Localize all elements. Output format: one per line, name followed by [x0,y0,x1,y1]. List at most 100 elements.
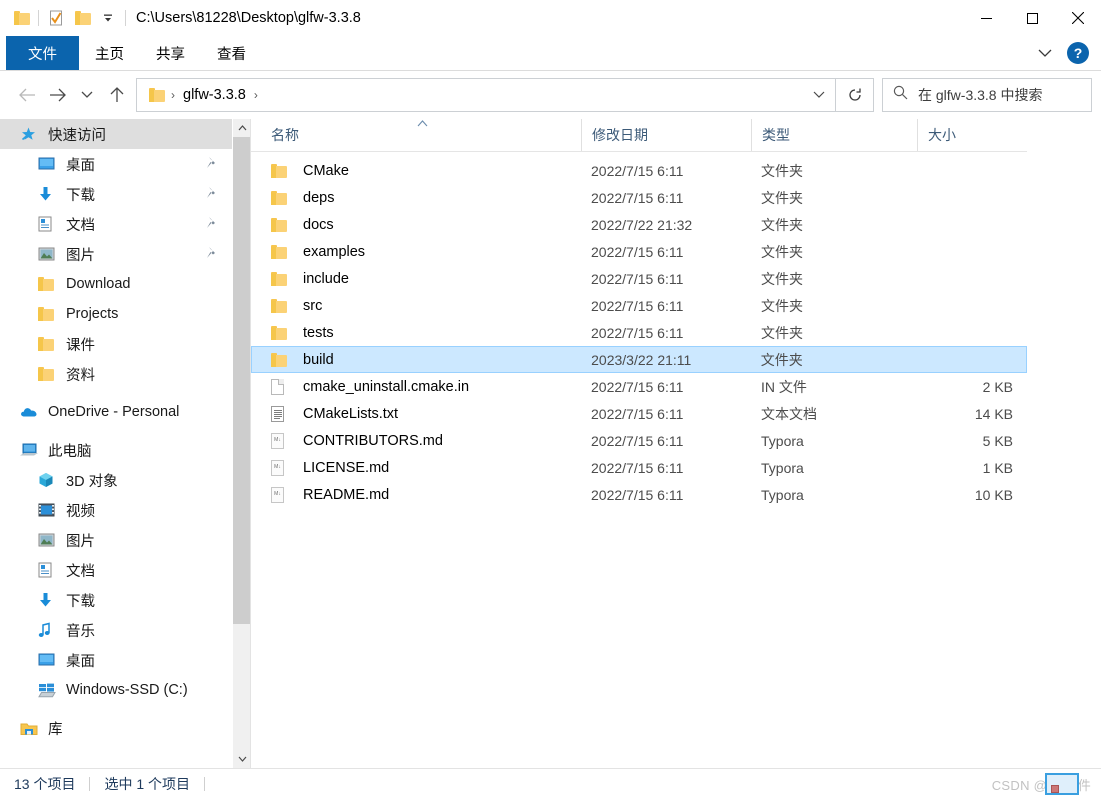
file-name-label: CMakeLists.txt [303,405,399,422]
refresh-button[interactable] [836,78,874,112]
sidebar-item-label: Download [66,276,131,292]
search-box[interactable]: 在 glfw-3.3.8 中搜索 [882,78,1092,112]
file-name-label: examples [303,243,366,260]
table-row[interactable]: M↓ CONTRIBUTORS.md 2022/7/15 6:11 Typora 5 K… [251,427,1027,454]
table-row[interactable]: CMake 2022/7/15 6:11 文件夹 [251,157,1027,184]
navigation-pane: 快速访问 桌面 下载 文档 图片 Download Projects 课件 资料… [0,119,232,768]
sidebar-item-3d-objects[interactable]: 3D 对象 [0,465,232,495]
onedrive-icon [20,406,42,418]
table-row[interactable]: tests 2022/7/15 6:11 文件夹 [251,319,1027,346]
markdown-file-icon: M↓ [271,459,291,476]
sidebar-item-pictures[interactable]: 图片 [0,239,232,269]
column-header-name[interactable]: 名称 [251,119,581,151]
tab-home[interactable]: 主页 [79,36,140,70]
library-icon [20,721,42,736]
sidebar-item-materials[interactable]: 资料 [0,359,232,389]
sidebar-item-downloads[interactable]: 下载 [0,179,232,209]
sidebar-item-videos[interactable]: 视频 [0,495,232,525]
pin-icon[interactable] [205,216,218,233]
main-body: 快速访问 桌面 下载 文档 图片 Download Projects 课件 资料… [0,119,1101,768]
column-header-label: 类型 [762,127,790,143]
navigation-scrollbar[interactable] [232,119,251,768]
breadcrumb-item-glfw[interactable]: glfw-3.3.8 [181,87,248,103]
close-button[interactable] [1055,0,1101,36]
cell-name: M↓ LICENSE.md [251,459,581,476]
sidebar-item-documents-pc[interactable]: 文档 [0,555,232,585]
up-button[interactable] [102,80,132,110]
column-header-size[interactable]: 大小 [917,119,1027,151]
file-name-label: docs [303,216,334,233]
forward-button[interactable] [42,80,72,110]
column-header-date-modified[interactable]: 修改日期 [581,119,751,151]
sidebar-item-this-pc[interactable]: 此电脑 [0,435,232,465]
tab-share[interactable]: 共享 [140,36,201,70]
table-row[interactable]: M↓ README.md 2022/7/15 6:11 Typora 10 KB [251,481,1027,508]
customize-caret-icon[interactable] [95,5,121,31]
cell-date-modified: 2022/7/15 6:11 [591,270,684,287]
cell-date-modified: 2022/7/15 6:11 [591,189,684,206]
properties-icon[interactable] [43,5,69,31]
table-row[interactable]: src 2022/7/15 6:11 文件夹 [251,292,1027,319]
chevron-down-icon[interactable] [1031,39,1059,67]
folder-icon [271,244,291,259]
desktop-icon [38,157,60,171]
sidebar-item-quick-access[interactable]: 快速访问 [0,119,232,149]
sidebar-item-courseware[interactable]: 课件 [0,329,232,359]
sidebar-item-label: Projects [66,306,119,322]
search-placeholder: 在 glfw-3.3.8 中搜索 [918,87,1043,103]
sidebar-item-download-folder[interactable]: Download [0,269,232,299]
cell-name: include [251,271,581,287]
new-folder-icon[interactable] [69,5,95,31]
table-row[interactable]: include 2022/7/15 6:11 文件夹 [251,265,1027,292]
sidebar-item-desktop[interactable]: 桌面 [0,149,232,179]
chevron-down-icon[interactable] [813,88,831,102]
cell-name: tests [251,325,581,341]
back-button[interactable] [12,80,42,110]
column-header-type[interactable]: 类型 [751,119,917,151]
help-button[interactable]: ? [1067,42,1089,64]
chevron-up-icon[interactable] [233,119,251,137]
tab-file[interactable]: 文件 [6,36,79,70]
sidebar-item-windows-ssd[interactable]: Windows-SSD (C:) [0,675,232,705]
tab-view[interactable]: 查看 [201,36,262,70]
pin-icon[interactable] [205,186,218,203]
table-row[interactable]: deps 2022/7/15 6:11 文件夹 [251,184,1027,211]
table-row[interactable]: build 2023/3/22 21:11 文件夹 [251,346,1027,373]
table-row[interactable]: docs 2022/7/22 21:32 文件夹 [251,211,1027,238]
sidebar-item-pictures-pc[interactable]: 图片 [0,525,232,555]
minimize-button[interactable] [963,0,1009,36]
file-name-label: src [303,297,323,314]
scrollbar-thumb[interactable] [233,137,251,624]
sidebar-item-documents[interactable]: 文档 [0,209,232,239]
sidebar-item-downloads-pc[interactable]: 下载 [0,585,232,615]
cell-size: 14 KB [974,405,1013,422]
folder-icon [271,325,291,340]
breadcrumb-separator[interactable]: › [248,88,264,102]
sidebar-item-projects[interactable]: Projects [0,299,232,329]
sidebar-item-label: 图片 [66,247,95,264]
table-row[interactable]: M↓ LICENSE.md 2022/7/15 6:11 Typora 1 KB [251,454,1027,481]
text-file-icon [271,405,291,422]
table-row[interactable]: CMakeLists.txt 2022/7/15 6:11 文本文档 14 KB [251,400,1027,427]
column-header-label: 修改日期 [592,127,648,143]
maximize-button[interactable] [1009,0,1055,36]
search-icon [893,85,908,105]
table-row[interactable]: examples 2022/7/15 6:11 文件夹 [251,238,1027,265]
recent-locations-button[interactable] [72,80,102,110]
sidebar-item-desktop-pc[interactable]: 桌面 [0,645,232,675]
sidebar-item-music[interactable]: 音乐 [0,615,232,645]
address-input[interactable]: › glfw-3.3.8 › [136,78,836,112]
chevron-down-icon[interactable] [233,750,251,768]
desktop-icon [38,653,60,667]
sidebar-item-onedrive[interactable]: OneDrive - Personal [0,397,232,427]
folder-icon[interactable] [8,5,34,31]
pin-icon[interactable] [205,156,218,173]
sidebar-item-libraries[interactable]: 库 [0,713,232,743]
table-row[interactable]: cmake_uninstall.cmake.in 2022/7/15 6:11 IN… [251,373,1027,400]
pin-icon[interactable] [205,246,218,263]
cell-name: cmake_uninstall.cmake.in [251,378,581,395]
cell-type: 文件夹 [761,162,803,179]
sidebar-item-label: 下载 [66,593,95,610]
sidebar-item-label: 资料 [66,367,95,384]
cell-type: 文件夹 [761,270,803,287]
